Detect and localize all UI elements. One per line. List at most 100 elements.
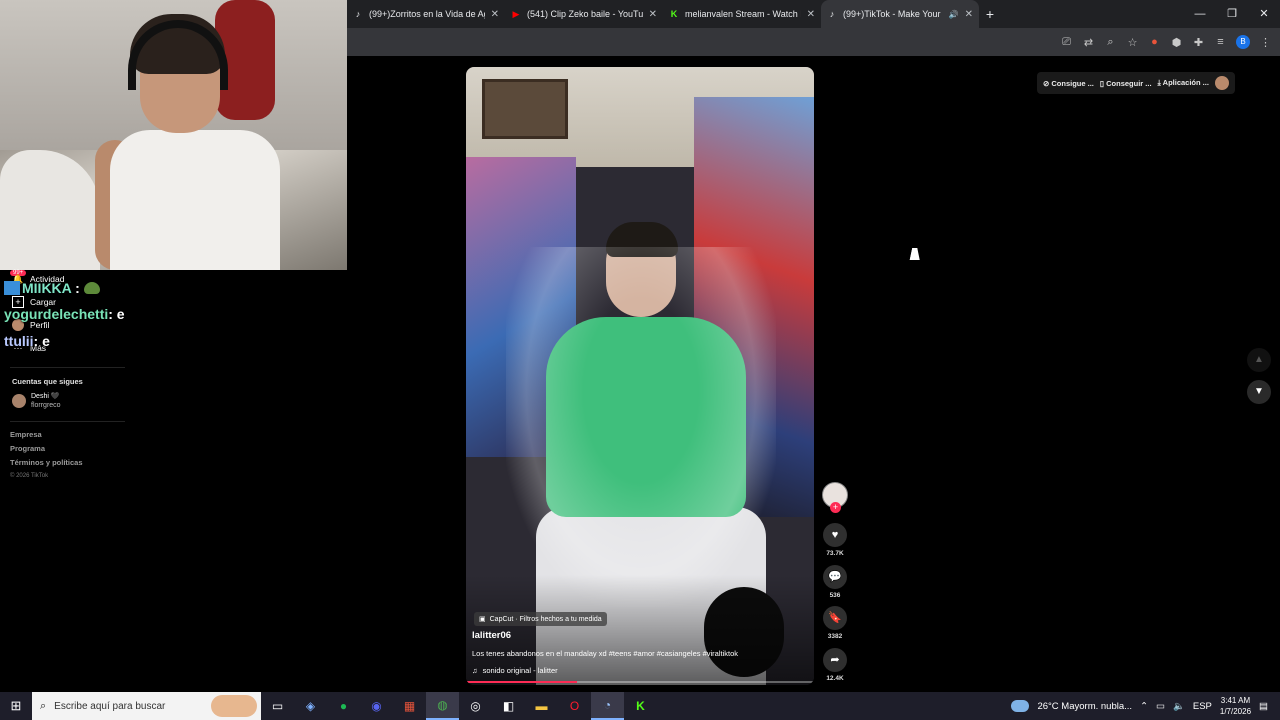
youtube-icon: ▶ [512, 9, 520, 19]
top-actions: ⊘ Consigue ... ▯ Conseguir ... ⤓ Aplicac… [1037, 72, 1235, 94]
windows-taskbar: ⊞ ⌕ Escribe aquí para buscar ▭ ◈ ● ◉ ▦ ◍… [0, 692, 1280, 720]
browser-tab[interactable]: K melianvalen Stream - Watch Liv ✕ [663, 0, 821, 28]
star-icon[interactable]: ☆ [1126, 36, 1139, 49]
chat-message: MIIKKA : [4, 280, 100, 296]
taskbar-search[interactable]: ⌕ Escribe aquí para buscar [32, 692, 261, 720]
badge-icon [4, 281, 20, 295]
get-app-button[interactable]: ▯ Conseguir ... [1100, 79, 1152, 88]
copilot-icon[interactable]: ◈ [294, 692, 327, 720]
download-app-label: Aplicación ... [1162, 78, 1209, 87]
video-author[interactable]: lalitter06 [472, 630, 511, 641]
capcut-label: CapCut · Filtros hechos a tu medida [489, 615, 602, 623]
windows-start-icon[interactable]: ⊞ [0, 698, 32, 714]
zoom-icon[interactable]: ⌕ [1104, 36, 1117, 49]
capcut-app-icon[interactable]: ◧ [492, 692, 525, 720]
tiktok-icon: ♪ [355, 9, 361, 19]
video-description: Los tenes abandonos en el mandalay xd #t… [472, 649, 739, 658]
file-explorer-icon[interactable]: ▬ [525, 692, 558, 720]
task-view-icon[interactable]: ▭ [261, 692, 294, 720]
comment-count: 536 [829, 592, 841, 599]
footer-link-empresa[interactable]: Empresa [10, 430, 42, 439]
close-window-icon[interactable]: ✕ [1248, 0, 1280, 28]
following-title: Cuentas que sigues [12, 377, 83, 386]
follow-plus-icon[interactable]: + [830, 502, 841, 513]
capcut-tag[interactable]: ▣ CapCut · Filtros hechos a tu medida [474, 612, 607, 626]
chevron-up-icon[interactable]: ▲ [1247, 348, 1271, 372]
search-highlight-image [211, 695, 257, 717]
share-count: 12.4K [826, 675, 844, 682]
discord-icon[interactable]: ◉ [360, 692, 393, 720]
video-player[interactable]: ▣ CapCut · Filtros hechos a tu medida la… [466, 67, 814, 685]
chat-text: : [71, 280, 84, 296]
address-bar[interactable] [347, 31, 1032, 53]
comment-button[interactable]: 💬 [823, 565, 847, 589]
steam-icon[interactable]: ◔ [591, 692, 624, 720]
sound-label: sonido original - lalitter [482, 666, 558, 675]
chat-username: yogurdelechetti [4, 306, 109, 322]
restore-icon[interactable]: ❐ [1216, 0, 1248, 28]
media-control-icon[interactable]: ≡ [1214, 36, 1227, 48]
chat-message: yogurdelechetti: e [4, 306, 125, 322]
menu-icon[interactable]: ⋮ [1259, 36, 1272, 49]
network-icon[interactable]: ▭ [1156, 701, 1165, 712]
browser-tabstrip: ♪ (99+)Zorritos en la Vida de Agu ✕ ▶ (5… [347, 0, 1280, 28]
webcam-shirt [110, 130, 280, 270]
following-handle: florrgreco [31, 402, 61, 409]
clock[interactable]: 3:41 AM 1/7/2026 [1220, 695, 1251, 717]
new-tab-button[interactable]: + [979, 6, 1001, 22]
kick-icon: K [670, 9, 678, 19]
tab-title: melianvalen Stream - Watch Liv [685, 9, 801, 19]
spotify-icon[interactable]: ● [327, 692, 360, 720]
install-app-icon[interactable]: ⎚ [1060, 36, 1073, 49]
browser-tab-active[interactable]: ♪ (99+)TikTok - Make Your Da 🔊 ✕ [821, 0, 979, 28]
video-progress-bar[interactable] [466, 681, 814, 683]
download-app-button[interactable]: ⤓ Aplicación ... [1158, 78, 1209, 88]
footer-link-terminos[interactable]: Términos y políticas [10, 458, 83, 467]
opera-icon[interactable]: O [558, 692, 591, 720]
tab-title: (99+)TikTok - Make Your Da [843, 9, 943, 19]
speaker-icon[interactable]: 🔊 [949, 10, 959, 19]
footer-link-programa[interactable]: Programa [10, 444, 45, 453]
app-icon[interactable]: ▦ [393, 692, 426, 720]
kick-app-icon[interactable]: K [624, 692, 657, 720]
weather-icon [1011, 700, 1030, 712]
video-cobweb [506, 247, 776, 607]
search-icon: ⌕ [40, 699, 47, 712]
minimize-icon[interactable]: — [1184, 0, 1216, 28]
frog-emote-icon [83, 282, 100, 294]
puzzle-icon[interactable]: ✚ [1192, 36, 1205, 49]
date: 1/7/2026 [1219, 707, 1252, 716]
browser-toolbar: ⎚ ⇄ ⌕ ☆ ● ⬢ ✚ ≡ B ⋮ [347, 28, 1280, 56]
following-names: Deshi 🖤 florrgreco [31, 392, 61, 410]
tab-title: (99+)Zorritos en la Vida de Agu [369, 9, 485, 19]
share-button[interactable]: ➦ [823, 648, 847, 672]
chevron-down-icon[interactable]: ▼ [1247, 380, 1271, 404]
extension-icon[interactable]: ● [1148, 36, 1161, 48]
avatar[interactable] [1214, 76, 1229, 90]
notification-icon[interactable]: ▤ [1259, 701, 1268, 712]
like-count: 73.7K [826, 550, 844, 557]
system-tray: 26°C Mayorm. nubla... ⌃ ▭ 🔈 ESP 3:41 AM … [1011, 692, 1280, 720]
volume-icon[interactable]: 🔈 [1173, 701, 1185, 712]
close-icon[interactable]: ✕ [807, 9, 815, 20]
get-coins-button[interactable]: ⊘ Consigue ... [1043, 79, 1094, 88]
browser-tab[interactable]: ▶ (541) Clip Zeko baile - YouTube ✕ [505, 0, 663, 28]
language-indicator[interactable]: ESP [1193, 701, 1212, 712]
close-icon[interactable]: ✕ [649, 9, 657, 20]
chat-username: ttulii [4, 333, 34, 349]
like-button[interactable]: ♥ [823, 523, 847, 547]
video-sound[interactable]: ♫ sonido original - lalitter [472, 666, 558, 675]
profile-avatar[interactable]: B [1236, 35, 1250, 49]
mouse-cursor-icon [909, 248, 923, 260]
chevron-up-icon[interactable]: ⌃ [1140, 701, 1148, 712]
browser-tab[interactable]: ♪ (99+)Zorritos en la Vida de Agu ✕ [347, 0, 505, 28]
close-icon[interactable]: ✕ [965, 9, 973, 20]
extension-icon[interactable]: ⬢ [1170, 36, 1183, 49]
following-account[interactable]: Deshi 🖤 florrgreco [12, 392, 61, 410]
translate-icon[interactable]: ⇄ [1082, 36, 1095, 49]
chrome-icon[interactable]: ◍ [426, 692, 459, 720]
bookmark-button[interactable]: 🔖 [823, 606, 847, 630]
obs-icon[interactable]: ◎ [459, 692, 492, 720]
weather-text[interactable]: 26°C Mayorm. nubla... [1037, 701, 1132, 712]
close-icon[interactable]: ✕ [491, 9, 499, 20]
